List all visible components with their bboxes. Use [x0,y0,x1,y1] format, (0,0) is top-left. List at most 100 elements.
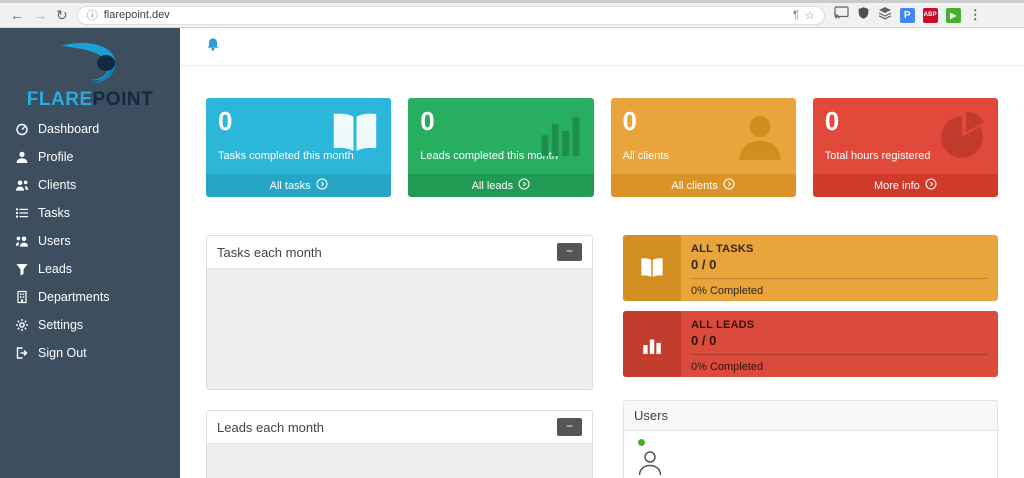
sidebar-item-label: Leads [38,262,73,276]
summary-value: 0 / 0 [691,331,988,355]
summary-title: ALL TASKS [691,243,754,255]
stat-card-leads-body: 0 Leads completed this month [408,98,594,174]
url-bar[interactable]: ⓘ flarepoint.dev ¶ ☆ [76,5,825,25]
user-group-icon [14,234,29,248]
sidebar: FLAREPOINT Dashboard Profile Clients Tas… [0,28,180,478]
leads-chart-area [207,443,592,478]
flarepoint-logo[interactable]: FLAREPOINT [0,28,180,115]
stat-cards-row: 0 Tasks completed this month All tasks 0… [206,98,998,197]
tasks-chart-header: Tasks each month − [207,236,592,268]
browser-menu-icon[interactable]: ⋮ [969,7,982,23]
dashboard-content: 0 Tasks completed this month All tasks 0… [180,66,1024,478]
url-text: flarepoint.dev [103,9,170,21]
collapse-button[interactable]: − [557,243,582,261]
users-icon [14,178,29,192]
stat-card-clients-body: 0 All clients [610,98,796,174]
notifications-bell-icon[interactable] [206,37,220,57]
cast-icon[interactable] [834,6,849,24]
sidebar-item-clients[interactable]: Clients [0,171,180,199]
funnel-icon [14,262,29,276]
stat-card-hours: 0 Total hours registered More info [812,98,998,197]
all-tasks-summary-box: ALL TASKS 0 / 0 0% Completed [623,235,998,301]
arrow-circle-icon [316,178,328,193]
leads-chart-title: Leads each month [217,419,324,435]
user-avatar-icon[interactable] [636,448,664,478]
stat-card-leads: 0 Leads completed this month All leads [408,98,594,197]
sidebar-item-settings[interactable]: Settings [0,311,180,339]
stat-card-hours-body: 0 Total hours registered [812,98,998,174]
arrow-circle-icon [723,178,735,193]
sidebar-item-tasks[interactable]: Tasks [0,199,180,227]
all-leads-link[interactable]: All leads [408,174,594,197]
extension-p-icon[interactable]: P [899,7,915,23]
all-leads-link-label: All leads [471,179,514,192]
summary-column: ALL TASKS 0 / 0 0% Completed ALL LEADS 0… [623,235,998,478]
all-clients-link-label: All clients [671,179,718,192]
sidebar-item-sign-out[interactable]: Sign Out [0,339,180,367]
tasks-chart-title: Tasks each month [217,244,322,260]
arrow-circle-icon [518,178,530,193]
sidebar-item-label: Settings [38,318,84,332]
extension-area: P ABP ▶ ⋮ [834,6,982,25]
summary-title: ALL LEADS [691,319,755,331]
person-silhouette-icon [734,110,786,167]
sidebar-item-label: Tasks [38,206,70,220]
shield-icon[interactable] [857,6,870,25]
users-panel: Users [623,400,998,478]
pie-chart-icon [938,110,988,165]
sidebar-item-departments[interactable]: Departments [0,283,180,311]
layers-icon[interactable] [878,6,892,25]
all-tasks-link[interactable]: All tasks [206,174,392,197]
logo-text: FLAREPOINT [0,89,180,111]
sidebar-item-leads[interactable]: Leads [0,255,180,283]
dashboard-icon [14,122,29,136]
book-icon [329,110,381,161]
browser-back-button[interactable]: ← [10,8,24,22]
bookmark-star-icon[interactable]: ☆ [805,9,815,22]
dashboard-columns: Tasks each month − Leads each month − AL… [206,235,998,478]
user-icon [14,150,29,164]
bar-chart-icon [538,110,584,161]
all-clients-link[interactable]: All clients [610,174,796,197]
extension-play-icon[interactable]: ▶ [945,7,961,23]
all-tasks-link-label: All tasks [269,179,311,192]
all-leads-summary-box: ALL LEADS 0 / 0 0% Completed [623,311,998,377]
browser-forward-button[interactable]: → [33,8,47,22]
online-status-dot [638,439,645,446]
sidebar-item-profile[interactable]: Profile [0,143,180,171]
tasks-list-icon [14,206,29,220]
browser-reload-button[interactable]: ↻ [56,8,68,22]
leads-chart-header: Leads each month − [207,411,592,443]
gear-icon [14,318,29,332]
more-info-link[interactable]: More info [812,174,998,197]
summary-value: 0 / 0 [691,255,988,279]
summary-progress: 0% Completed [691,285,764,297]
sidebar-item-label: Profile [38,150,74,164]
stat-card-tasks-body: 0 Tasks completed this month [206,98,392,174]
sidebar-item-dashboard[interactable]: Dashboard [0,115,180,143]
sidebar-item-label: Sign Out [38,346,87,360]
tasks-chart-panel: Tasks each month − [206,235,593,390]
building-icon [14,290,29,304]
logo-text-flare: FLARE [26,89,93,110]
bar-chart-icon [623,311,681,377]
users-panel-body [624,431,997,478]
tasks-chart-area [207,268,592,389]
charts-column: Tasks each month − Leads each month − [206,235,593,478]
top-navbar [180,28,1024,66]
more-info-link-label: More info [873,179,920,192]
sign-out-icon [14,346,29,360]
stat-card-clients: 0 All clients All clients [610,98,796,197]
page-info-icon[interactable]: ⓘ [87,7,98,23]
leads-chart-panel: Leads each month − [206,410,593,478]
sidebar-item-label: Users [38,234,71,248]
sidebar-item-users[interactable]: Users [0,227,180,255]
sidebar-item-label: Clients [38,178,77,192]
app-window: FLAREPOINT Dashboard Profile Clients Tas… [0,28,1024,478]
collapse-button[interactable]: − [557,418,582,436]
arrow-circle-icon [925,178,937,193]
reader-mode-icon[interactable]: ¶ [793,9,799,21]
main-area: 0 Tasks completed this month All tasks 0… [180,28,1024,478]
browser-toolbar: ← → ↻ ⓘ flarepoint.dev ¶ ☆ P ABP ▶ ⋮ [0,0,1024,28]
adblock-plus-icon[interactable]: ABP [922,7,938,23]
